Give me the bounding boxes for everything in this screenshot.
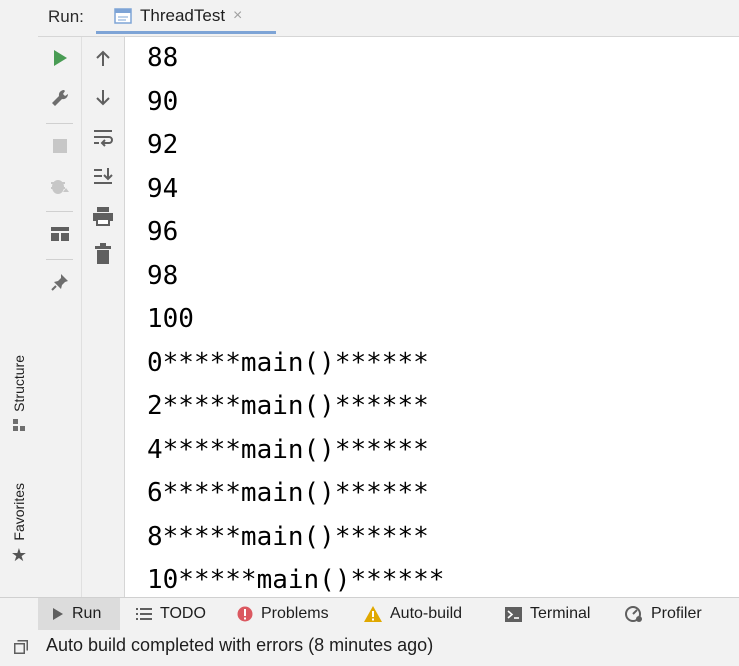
bottom-tab-todo[interactable]: TODO [136,598,206,630]
print-icon [93,207,113,226]
pin-icon [50,274,68,291]
error-icon [237,606,253,622]
toggle-tool-windows-icon[interactable] [14,640,28,654]
favorites-tool-button[interactable]: Favorites ★ [0,483,38,566]
soft-wrap-icon [94,130,113,147]
close-icon[interactable]: × [233,7,242,25]
console-line: 90 [147,87,179,117]
bottom-tab-label: Problems [261,605,329,622]
console-line: 10*****main()****** [147,565,445,595]
debug-bug-icon [50,180,69,194]
console-output[interactable]: 88 90 92 94 96 98 100 0*****main()******… [125,37,739,597]
debug-button[interactable] [38,171,81,201]
bottom-tab-label: Auto-build [390,605,463,622]
bottom-tab-profiler[interactable]: Profiler [625,598,702,630]
run-label: Run: [48,7,84,26]
console-line: 94 [147,174,179,204]
previous-occurrence-button[interactable] [82,43,124,73]
console-line: 4*****main()****** [147,435,429,465]
bottom-tab-run[interactable]: Run [38,598,120,630]
edit-configuration-button[interactable] [38,83,81,113]
bottom-tab-label: TODO [160,605,206,622]
trash-icon [95,243,111,264]
structure-icon [13,418,25,431]
print-button[interactable] [82,201,124,231]
status-message[interactable]: Auto build completed with errors (8 minu… [46,635,433,656]
console-tab-icon [114,7,132,24]
bottom-tab-label: Profiler [651,605,702,622]
console-line: 0*****main()****** [147,348,429,378]
clear-all-button[interactable] [82,239,124,269]
rerun-button[interactable] [38,43,81,73]
bottom-tab-label: Run [72,605,102,622]
tab-title: ThreadTest [140,5,226,25]
console-line: 92 [147,130,179,160]
console-line: 98 [147,261,179,291]
bottom-tab-label: Terminal [530,605,591,622]
tab-threadtest[interactable]: ThreadTest × [96,0,276,34]
console-line: 96 [147,217,179,247]
tool-window-bar: Run TODO Problems Auto-build Terminal Pr… [0,597,739,631]
star-icon: ★ [10,544,28,565]
stop-icon [52,139,67,153]
console-line: 2*****main()****** [147,391,429,421]
pin-tab-button[interactable] [38,267,81,297]
structure-tool-button[interactable]: Structure [0,355,38,432]
bottom-tab-terminal[interactable]: Terminal [505,598,590,630]
profiler-icon [625,606,642,622]
list-icon [136,608,152,620]
wrench-icon [51,89,68,106]
scroll-to-end-icon [94,168,113,184]
layout-icon [50,227,69,241]
console-line: 8*****main()****** [147,522,429,552]
terminal-icon [505,606,522,622]
status-bar: Auto build completed with errors (8 minu… [0,630,739,666]
scroll-to-end-button[interactable] [82,161,124,191]
next-occurrence-button[interactable] [82,83,124,113]
run-window-header: Run: ThreadTest × [38,0,739,37]
soft-wrap-button[interactable] [82,123,124,153]
warning-icon [364,606,382,622]
bottom-tab-auto-build[interactable]: Auto-build [364,598,462,630]
console-line: 88 [147,43,179,73]
run-icon [53,608,63,620]
console-line: 100 [147,304,194,334]
left-tool-strip: Structure Favorites ★ [0,0,39,597]
down-arrow-icon [96,90,110,106]
run-toolbar-secondary [82,37,125,597]
up-arrow-icon [96,50,110,66]
layout-button[interactable] [38,219,81,249]
bottom-tab-problems[interactable]: Problems [237,598,329,630]
structure-label: Structure [11,355,27,412]
run-toolbar-primary [38,37,82,597]
console-line: 6*****main()****** [147,478,429,508]
stop-button[interactable] [38,131,81,161]
favorites-label: Favorites [11,483,27,541]
rerun-icon [53,50,67,66]
